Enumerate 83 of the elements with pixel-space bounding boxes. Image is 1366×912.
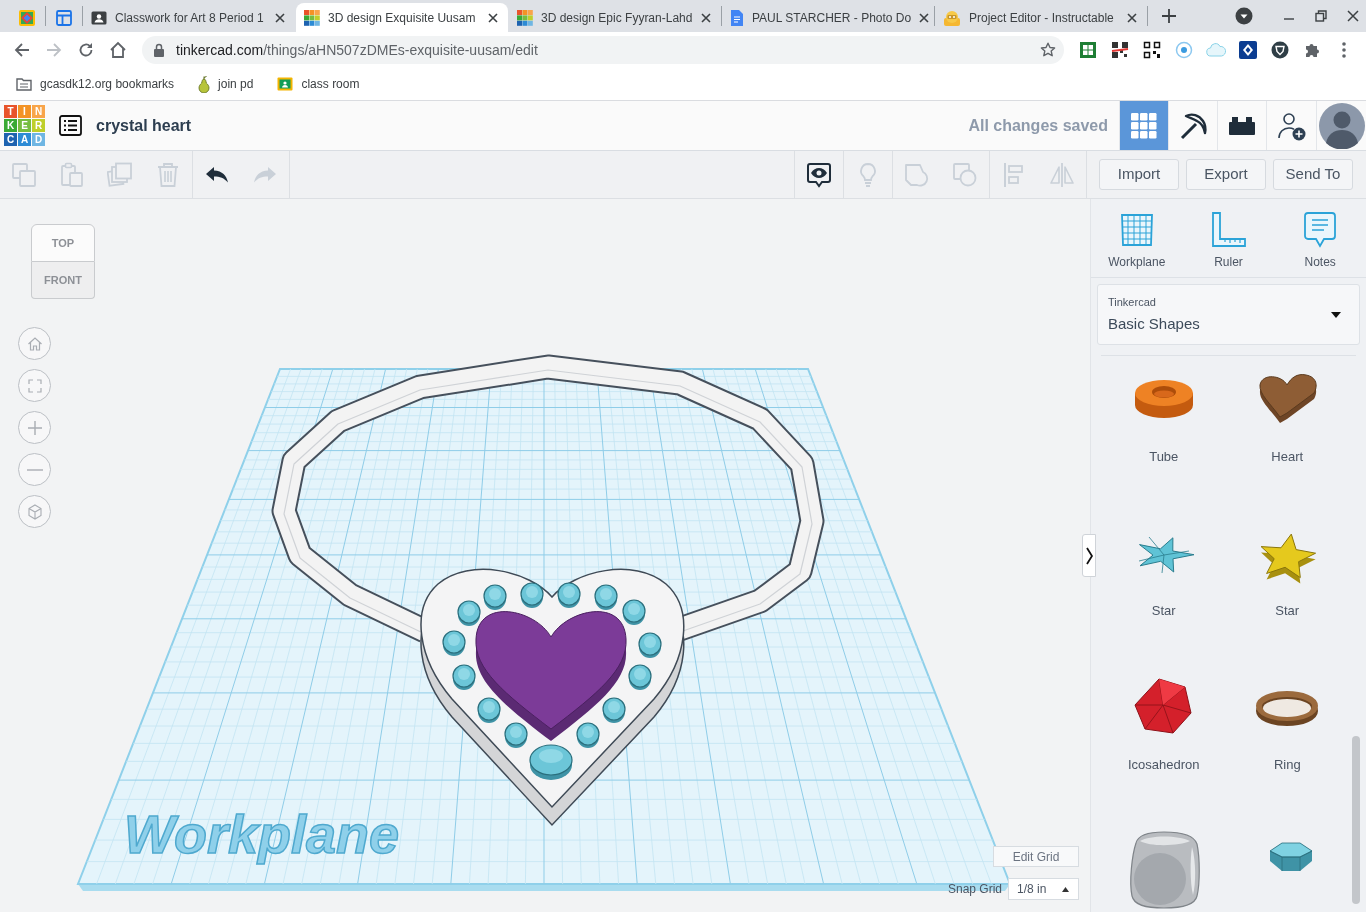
letter-grid-icon: [517, 9, 533, 26]
star-icon[interactable]: [1040, 42, 1056, 58]
project-title[interactable]: crystal heart: [96, 113, 192, 138]
browser-tab[interactable]: PAUL STARCHER - Photo Do: [722, 3, 934, 32]
layout-icon: [55, 8, 73, 27]
save-status: All changes saved: [968, 115, 1108, 136]
address-bar[interactable]: tinkercad.com/things/aHN507zDMEs-exquisite-uusam/edit: [142, 36, 1064, 64]
browser-tab[interactable]: 3D design Exquisite Uusam: [296, 3, 508, 32]
close-icon[interactable]: [275, 12, 285, 23]
restore-icon[interactable]: [1315, 10, 1327, 22]
caret-up-icon: [1062, 886, 1069, 892]
bookmark-link[interactable]: join pd: [192, 75, 260, 93]
user-avatar[interactable]: [1318, 102, 1365, 149]
reload-icon[interactable]: [78, 42, 94, 58]
shape-item[interactable]: Star: [1225, 513, 1349, 667]
corners-icon: [27, 378, 42, 393]
close-icon[interactable]: [488, 12, 498, 23]
shield-icon[interactable]: [1271, 41, 1289, 59]
panel-toggle-button[interactable]: [1082, 534, 1096, 577]
shape-item[interactable]: Icosahedron: [1102, 667, 1226, 821]
workplane-tool-button[interactable]: Workplane: [1091, 199, 1183, 277]
zoom-in-icon: [26, 419, 43, 436]
shape-item[interactable]: Tube: [1102, 359, 1226, 513]
close-icon[interactable]: [701, 12, 711, 23]
shape-item[interactable]: Heart: [1225, 359, 1349, 513]
note-icon: [1304, 212, 1337, 248]
close-icon[interactable]: [1347, 10, 1359, 22]
pear-icon: [198, 75, 211, 93]
person-card-icon: [91, 9, 107, 26]
lock-icon: [153, 43, 165, 57]
list-icon[interactable]: [59, 115, 82, 136]
chevron-right-icon: [1085, 546, 1093, 565]
circle-dot-icon[interactable]: [1175, 41, 1193, 59]
puzzle-icon[interactable]: [1303, 41, 1321, 59]
bookmark-link[interactable]: gcasdk12.org bookmarks: [10, 75, 181, 93]
close-icon[interactable]: [919, 12, 930, 23]
notes-tool-button[interactable]: Notes: [1274, 199, 1366, 277]
shape-item[interactable]: Ring: [1225, 667, 1349, 821]
cube-icon: [26, 503, 43, 520]
close-icon[interactable]: [1127, 12, 1137, 23]
export-button[interactable]: Export: [1186, 159, 1266, 190]
home-icon: [26, 335, 43, 352]
spreadsheet-icon[interactable]: [1079, 41, 1097, 59]
snap-grid-value: 1/8 in: [1017, 881, 1047, 898]
send-to-button[interactable]: Send To: [1273, 159, 1353, 190]
letter-grid-icon: [304, 9, 320, 26]
qr-code-icon[interactable]: [1143, 41, 1161, 59]
ruler-icon: [1210, 212, 1247, 248]
grid-icon[interactable]: [1131, 112, 1157, 139]
robot-icon: [943, 8, 961, 27]
grid-plane-icon: [1118, 212, 1155, 248]
person-plus-icon[interactable]: [1276, 110, 1307, 141]
square-emblem-icon: [18, 8, 36, 27]
pickaxe-icon[interactable]: [1178, 110, 1208, 141]
edit-grid-button[interactable]: Edit Grid: [993, 846, 1079, 867]
eye-bubble-icon[interactable]: [806, 161, 832, 188]
library-name: Basic Shapes: [1108, 315, 1200, 333]
brick-icon[interactable]: [1228, 115, 1256, 136]
browser-tab[interactable]: Classwork for Art 8 Period 1: [83, 3, 295, 32]
bookmark-link[interactable]: class room: [271, 75, 366, 93]
import-button[interactable]: Import: [1099, 159, 1179, 190]
library-source-label: Tinkercad: [1108, 296, 1157, 309]
qr-code-icon[interactable]: [1111, 41, 1129, 59]
folder-icon: [16, 77, 32, 91]
home-icon[interactable]: [109, 41, 127, 59]
ruler-tool-button[interactable]: Ruler: [1182, 199, 1275, 277]
plus-icon[interactable]: [1162, 9, 1176, 23]
back-icon[interactable]: [14, 42, 30, 58]
document-icon: [730, 8, 744, 27]
scrollbar-thumb[interactable]: [1352, 736, 1360, 904]
caret-down-icon: [1331, 311, 1341, 318]
snap-grid-select[interactable]: 1/8 in: [1008, 878, 1079, 900]
library-dropdown[interactable]: Tinkercad Basic Shapes: [1097, 284, 1360, 345]
snap-grid-label: Snap Grid: [947, 881, 1002, 898]
chalkboard-icon: [277, 76, 294, 92]
caret-circle-icon[interactable]: [1235, 7, 1253, 25]
more-icon[interactable]: [1342, 42, 1346, 58]
browser-tab[interactable]: Project Editor - Instructable: [935, 3, 1147, 32]
shape-item[interactable]: Star: [1102, 513, 1226, 667]
zoom-out-icon: [26, 468, 43, 471]
browser-tab[interactable]: 3D design Epic Fyyran-Lahd: [509, 3, 721, 32]
url-text: tinkercad.com/things/aHN507zDMEs-exquisite-uusam/edit: [176, 40, 538, 60]
app-logo[interactable]: T I N K E R C A D: [4, 105, 45, 146]
